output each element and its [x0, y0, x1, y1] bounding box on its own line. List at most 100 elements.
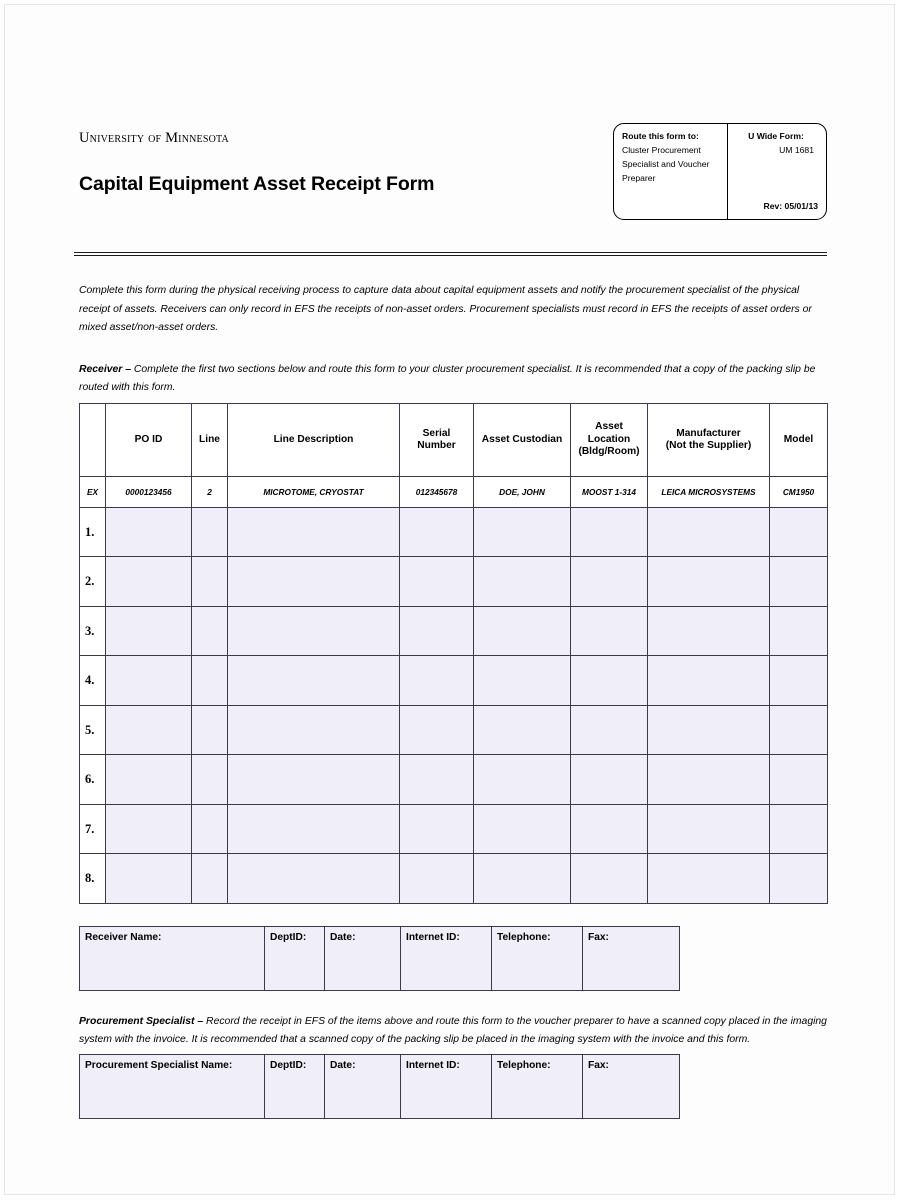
field-asset-custodian[interactable]: [473, 605, 571, 657]
field-line-description[interactable]: [227, 754, 400, 805]
field-manufacturer[interactable]: [647, 506, 770, 558]
field-serial-number[interactable]: [399, 803, 474, 855]
field-asset-custodian[interactable]: [473, 853, 571, 904]
field-po-id[interactable]: [105, 754, 192, 805]
field-asset-custodian[interactable]: [473, 803, 571, 855]
field-manufacturer[interactable]: [647, 704, 770, 756]
procurement-date-field[interactable]: Date:: [324, 1054, 401, 1120]
procurement-internet-id-field[interactable]: Internet ID:: [400, 1054, 492, 1120]
receiver-signature-section: Receiver Name: DeptID: Date: Internet ID…: [74, 925, 827, 991]
field-manufacturer[interactable]: [647, 754, 770, 805]
field-asset-location[interactable]: [570, 556, 648, 607]
field-line-description[interactable]: [227, 803, 400, 855]
receiver-fax-field[interactable]: Fax:: [582, 925, 680, 991]
field-manufacturer[interactable]: [647, 655, 770, 706]
field-asset-location[interactable]: [570, 704, 648, 756]
field-line-description[interactable]: [227, 655, 400, 706]
receiver-name-field[interactable]: Receiver Name:: [79, 925, 265, 991]
field-model[interactable]: [769, 853, 828, 904]
receiver-role-label: Receiver –: [79, 363, 131, 375]
field-serial-number[interactable]: [399, 506, 474, 558]
field-po-id[interactable]: [105, 605, 192, 657]
field-model[interactable]: [769, 605, 828, 657]
receiver-telephone-field[interactable]: Telephone:: [491, 925, 583, 991]
field-asset-location[interactable]: [570, 853, 648, 904]
example-model: CM1950: [769, 475, 828, 508]
field-po-id[interactable]: [105, 704, 192, 756]
field-asset-location[interactable]: [570, 605, 648, 657]
field-line[interactable]: [191, 506, 228, 558]
procurement-fax-field[interactable]: Fax:: [582, 1054, 680, 1120]
routing-box: Route this form to: Cluster Procurement …: [613, 123, 827, 220]
receiver-instructions: Receiver – Complete the first two sectio…: [79, 361, 827, 397]
field-line[interactable]: [191, 754, 228, 805]
example-serial-number: 012345678: [399, 475, 474, 508]
procurement-telephone-field[interactable]: Telephone:: [491, 1054, 583, 1120]
field-po-id[interactable]: [105, 853, 192, 904]
field-serial-number[interactable]: [399, 655, 474, 706]
field-po-id[interactable]: [105, 506, 192, 558]
field-model[interactable]: [769, 754, 828, 805]
field-po-id[interactable]: [105, 556, 192, 607]
field-asset-location[interactable]: [570, 754, 648, 805]
table-row: 8.: [79, 853, 828, 904]
field-asset-custodian[interactable]: [473, 754, 571, 805]
asset-location-line-3: (Bldg/Room): [578, 446, 640, 458]
table-row: 7.: [79, 803, 828, 855]
example-asset-location: MOOST 1-314: [570, 475, 648, 508]
field-line[interactable]: [191, 853, 228, 904]
field-serial-number[interactable]: [399, 853, 474, 904]
field-model[interactable]: [769, 803, 828, 855]
routing-label: Route this form to:: [622, 131, 699, 141]
field-serial-number[interactable]: [399, 605, 474, 657]
field-manufacturer[interactable]: [647, 556, 770, 607]
field-po-id[interactable]: [105, 655, 192, 706]
receiver-signature-table: Receiver Name: DeptID: Date: Internet ID…: [79, 925, 680, 991]
field-asset-custodian[interactable]: [473, 506, 571, 558]
example-po-id: 0000123456: [105, 475, 192, 508]
field-line[interactable]: [191, 655, 228, 706]
field-asset-custodian[interactable]: [473, 655, 571, 706]
field-model[interactable]: [769, 506, 828, 558]
field-model[interactable]: [769, 655, 828, 706]
field-line-description[interactable]: [227, 853, 400, 904]
field-serial-number[interactable]: [399, 704, 474, 756]
field-asset-custodian[interactable]: [473, 556, 571, 607]
field-manufacturer[interactable]: [647, 605, 770, 657]
row-number: 7.: [79, 803, 106, 855]
procurement-role-label: Procurement Specialist –: [79, 1015, 204, 1027]
field-asset-location[interactable]: [570, 655, 648, 706]
field-po-id[interactable]: [105, 803, 192, 855]
field-line-description[interactable]: [227, 506, 400, 558]
table-row: Procurement Specialist Name: DeptID: Dat…: [79, 1054, 680, 1120]
field-manufacturer[interactable]: [647, 853, 770, 904]
table-row: 2.: [79, 556, 828, 607]
field-serial-number[interactable]: [399, 556, 474, 607]
field-line-description[interactable]: [227, 556, 400, 607]
field-serial-number[interactable]: [399, 754, 474, 805]
asset-location-line-2: Location: [587, 433, 631, 445]
column-header-asset-custodian: Asset Custodian: [473, 402, 571, 477]
column-header-model: Model: [769, 402, 828, 477]
field-line[interactable]: [191, 803, 228, 855]
field-line[interactable]: [191, 605, 228, 657]
field-line[interactable]: [191, 556, 228, 607]
receiver-date-field[interactable]: Date:: [324, 925, 401, 991]
form-number: UM 1681: [779, 144, 814, 155]
field-model[interactable]: [769, 556, 828, 607]
field-line[interactable]: [191, 704, 228, 756]
field-asset-location[interactable]: [570, 506, 648, 558]
field-model[interactable]: [769, 704, 828, 756]
field-manufacturer[interactable]: [647, 803, 770, 855]
field-line-description[interactable]: [227, 704, 400, 756]
field-asset-location[interactable]: [570, 803, 648, 855]
asset-location-line-1: Asset: [595, 421, 623, 433]
field-asset-custodian[interactable]: [473, 704, 571, 756]
procurement-name-field[interactable]: Procurement Specialist Name:: [79, 1054, 265, 1120]
example-row: EX 0000123456 2 MICROTOME, CRYOSTAT 0123…: [79, 475, 828, 508]
receiver-deptid-field[interactable]: DeptID:: [264, 925, 325, 991]
example-label: EX: [79, 475, 106, 508]
receiver-internet-id-field[interactable]: Internet ID:: [400, 925, 492, 991]
procurement-deptid-field[interactable]: DeptID:: [264, 1054, 325, 1120]
field-line-description[interactable]: [227, 605, 400, 657]
